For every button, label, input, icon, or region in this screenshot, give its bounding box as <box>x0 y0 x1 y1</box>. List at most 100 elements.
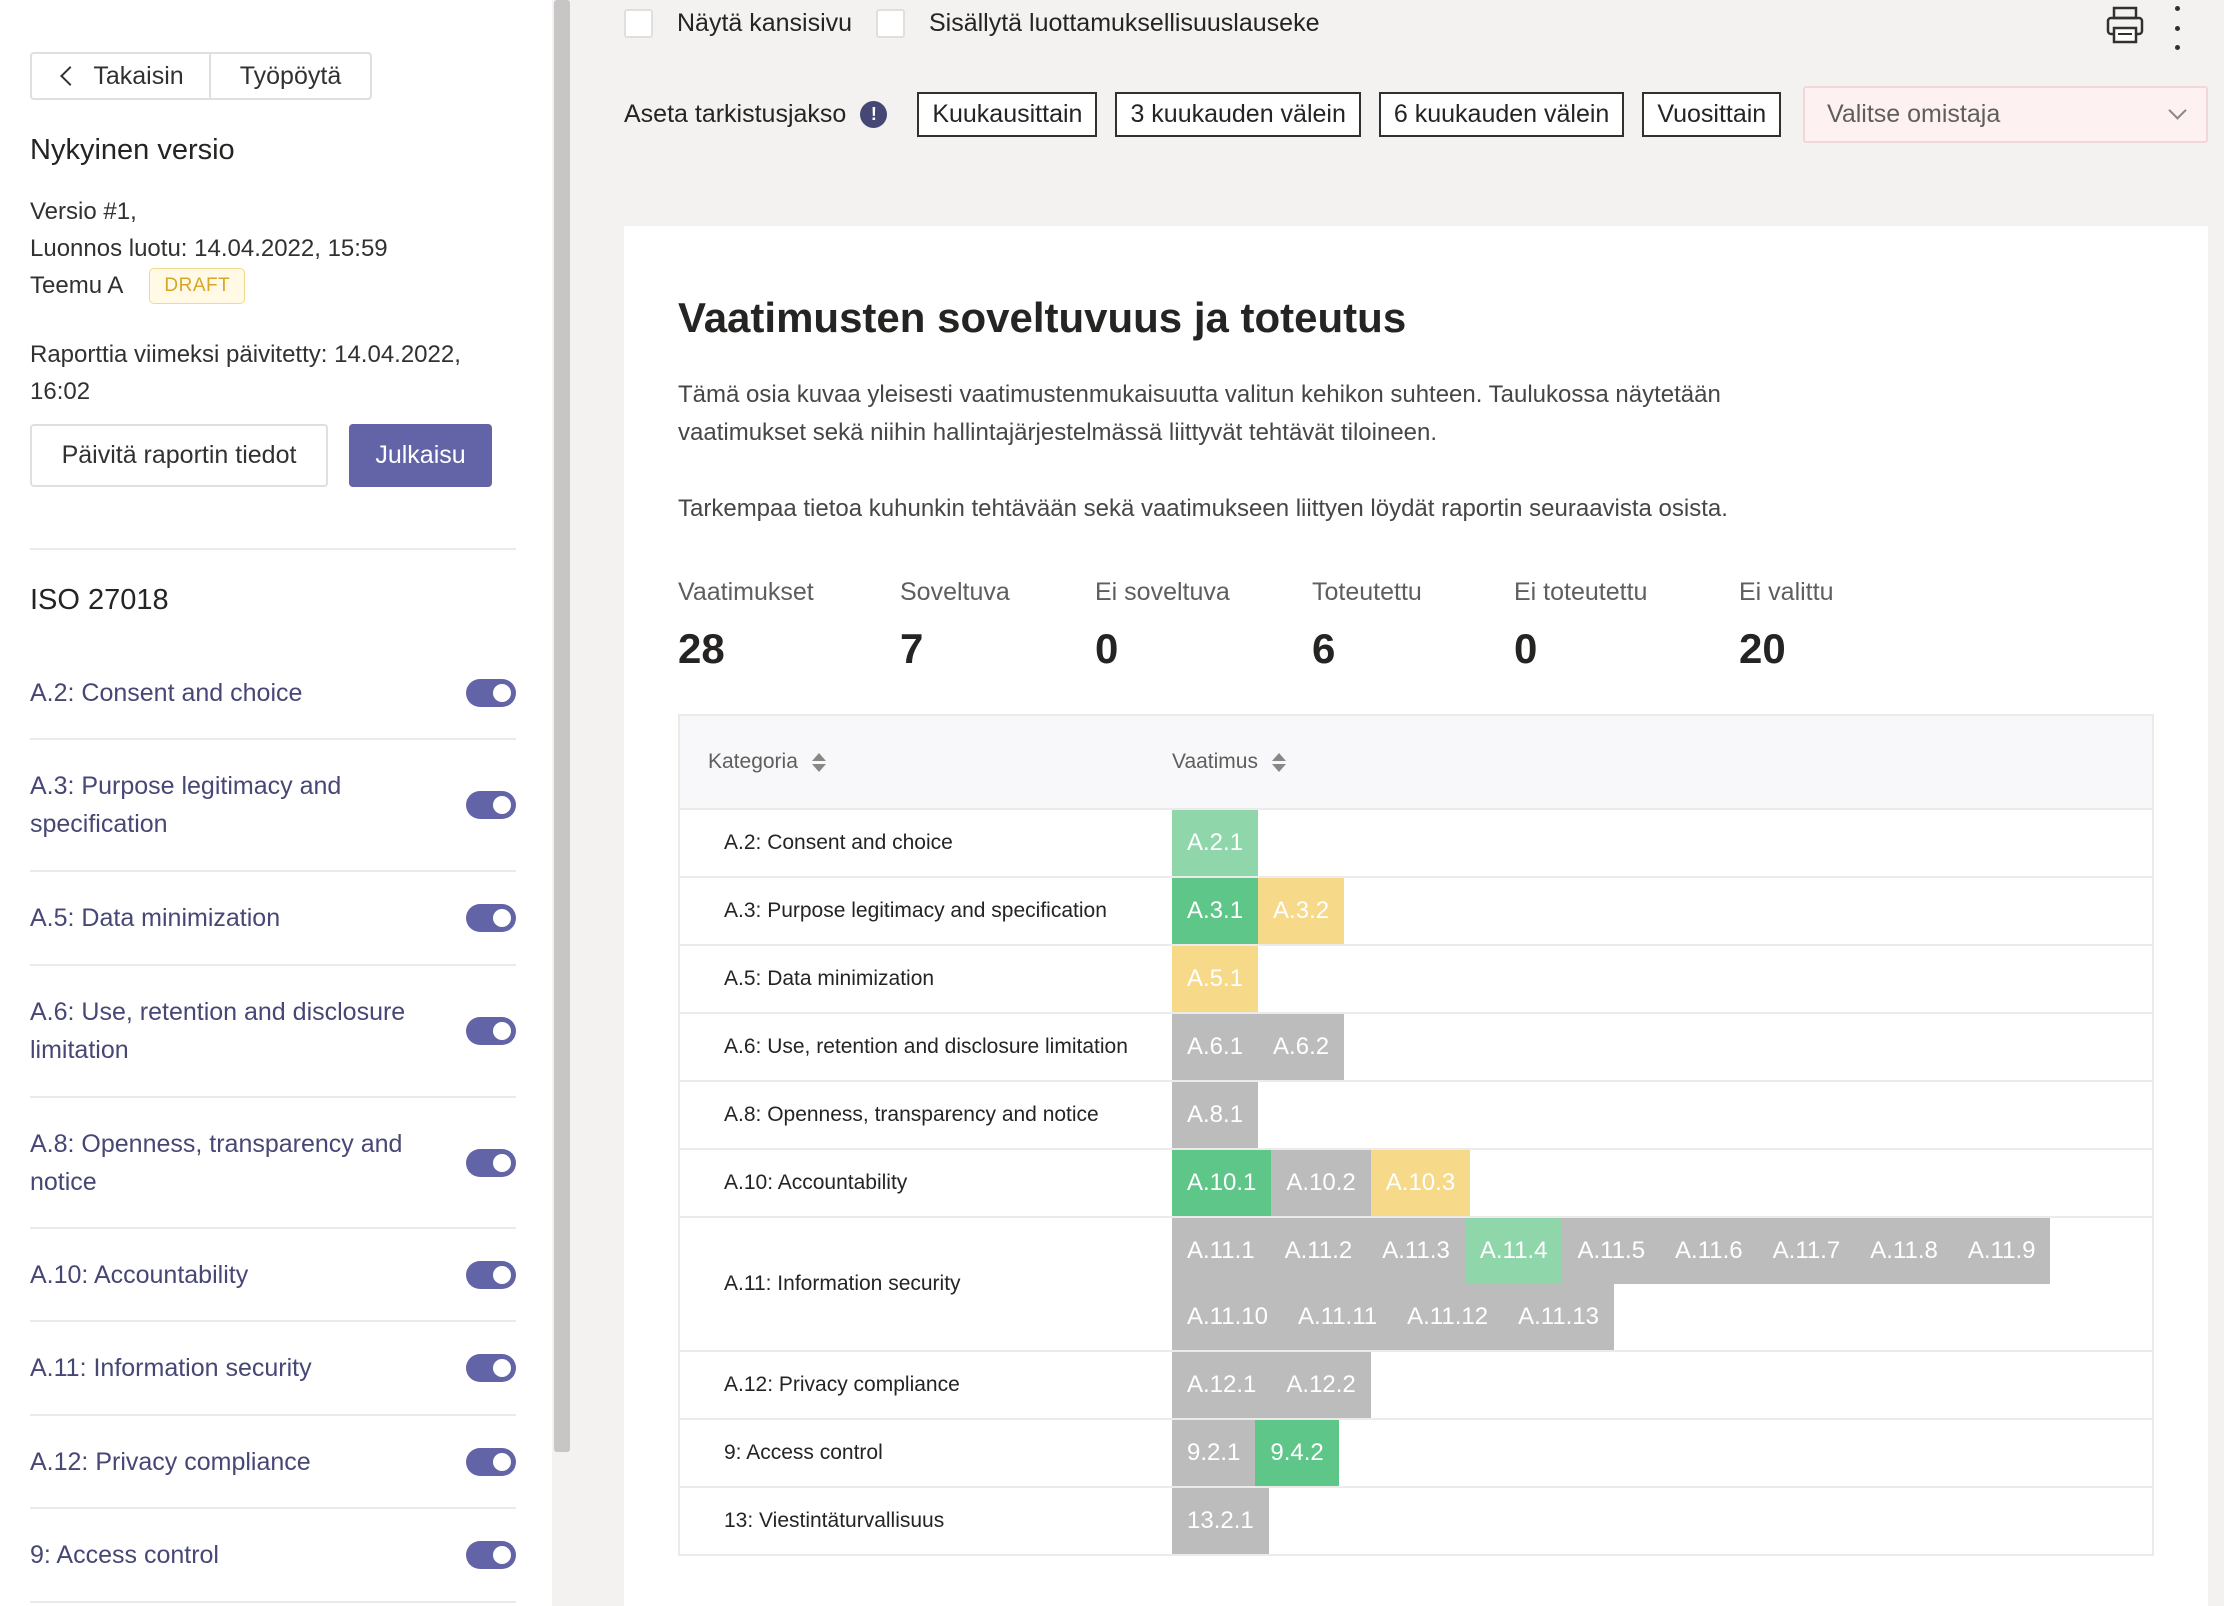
section-toggle-row: A.6: Use, retention and disclosure limit… <box>30 966 516 1098</box>
requirement-chip[interactable]: 9.2.1 <box>1172 1420 1256 1486</box>
draft-created: Luonnos luotu: 14.04.2022, 15:59 <box>30 235 388 262</box>
table-row: A.10: Accountability A.10.1 A.10.2 A.10.3 <box>680 1148 2152 1216</box>
confidentiality-option[interactable]: Sisällytä luottamuksellisuuslauseke <box>876 9 1319 38</box>
section-toggle[interactable] <box>466 1354 516 1382</box>
show-cover-label: Näytä kansisivu <box>677 9 853 37</box>
card-description: Tämä osia kuvaa yleisesti vaatimustenmuk… <box>678 376 1828 528</box>
stat-label: Ei toteutettu <box>1514 578 1648 606</box>
table-row: A.6: Use, retention and disclosure limit… <box>680 1012 2152 1080</box>
section-toggle[interactable] <box>466 1148 516 1177</box>
dashboard-button[interactable]: Työpöytä <box>211 54 370 98</box>
requirement-chip[interactable]: 9.4.2 <box>1255 1420 1339 1486</box>
table-row: A.8: Openness, transparency and notice A.… <box>680 1080 2152 1148</box>
chevron-down-icon <box>2168 101 2187 120</box>
requirement-chip[interactable]: A.11.2 <box>1269 1218 1368 1284</box>
stat-label: Soveltuva <box>900 578 1010 606</box>
requirement-chip[interactable]: A.11.13 <box>1503 1284 1615 1350</box>
period-yearly-button[interactable]: Vuosittain <box>1642 92 1782 137</box>
requirement-cell: A.11.1 A.11.2 A.11.3 A.11.4 A.11.5 A.11.6 A.11… <box>1172 1218 2072 1350</box>
requirement-chip[interactable]: A.11.8 <box>1855 1218 1953 1284</box>
requirement-chip[interactable]: A.11.9 <box>1952 1218 2051 1284</box>
requirement-chip[interactable]: A.12.2 <box>1271 1352 1371 1418</box>
owner-select-placeholder: Valitse omistaja <box>1827 100 2001 128</box>
info-icon[interactable]: ! <box>860 101 888 128</box>
requirement-chip[interactable]: A.8.1 <box>1172 1082 1259 1148</box>
period-6-months-button[interactable]: 6 kuukauden välein <box>1378 92 1625 137</box>
sort-icon[interactable] <box>1271 752 1286 772</box>
publish-button[interactable]: Julkaisu <box>349 424 492 487</box>
requirement-cell: 9.2.1 9.4.2 <box>1172 1420 2072 1486</box>
section-label: A.11: Information security <box>30 1354 312 1382</box>
requirement-chip[interactable]: A.11.5 <box>1562 1218 1661 1284</box>
sort-icon[interactable] <box>811 752 826 772</box>
scrollbar-thumb[interactable] <box>554 0 570 1452</box>
section-toggle[interactable] <box>466 1541 516 1569</box>
requirement-chip[interactable]: A.10.1 <box>1172 1150 1272 1216</box>
section-toggle[interactable] <box>466 1447 516 1476</box>
card-title: Vaatimusten soveltuvuus ja toteutus <box>678 294 1407 341</box>
show-cover-checkbox[interactable] <box>624 9 653 38</box>
description-paragraph: Tarkempaa tietoa kuhunkin tehtävään sekä… <box>678 495 1728 522</box>
stat-label: Ei soveltuva <box>1095 578 1230 606</box>
requirement-chip[interactable]: A.5.1 <box>1172 946 1259 1012</box>
requirement-chip[interactable]: A.6.2 <box>1258 1014 1345 1080</box>
requirement-cell: A.2.1 <box>1172 810 2072 876</box>
section-label: A.3: Purpose legitimacy and specificatio… <box>30 772 342 838</box>
section-toggle-row: A.11: Information security <box>30 1322 516 1416</box>
requirement-chip[interactable]: A.3.1 <box>1172 878 1259 944</box>
section-toggle[interactable] <box>466 1017 516 1045</box>
requirement-chip[interactable]: 13.2.1 <box>1172 1488 1269 1554</box>
period-monthly-button[interactable]: Kuukausittain <box>917 92 1098 137</box>
requirement-chip[interactable]: A.11.3 <box>1367 1218 1465 1284</box>
category-cell: A.2: Consent and choice <box>724 831 953 854</box>
stat-value: 20 <box>1739 625 1786 672</box>
section-label: A.10: Accountability <box>30 1260 249 1289</box>
requirement-chip[interactable]: A.3.2 <box>1258 878 1345 944</box>
section-toggle-row: A.8: Openness, transparency and notice <box>30 1098 516 1229</box>
column-header-category[interactable]: Kategoria <box>680 750 1172 774</box>
table-body: A.2: Consent and choice A.2.1 A.3: Purpose… <box>680 808 2152 1554</box>
stats-row: Vaatimukset 28 Soveltuva 7 Ei soveltuva … <box>678 578 1939 673</box>
requirement-chip[interactable]: A.11.10 <box>1172 1284 1283 1350</box>
nav-button-group: Takaisin Työpöytä <box>30 52 372 100</box>
section-toggle[interactable] <box>466 1260 516 1289</box>
sidebar-scrollbar[interactable] <box>552 0 570 1606</box>
section-toggle[interactable] <box>466 791 516 819</box>
confidentiality-checkbox[interactable] <box>876 9 905 38</box>
requirement-chip[interactable]: A.10.3 <box>1370 1150 1471 1216</box>
back-button[interactable]: Takaisin <box>32 54 211 98</box>
last-updated: Raporttia viimeksi päivitetty: 14.04.202… <box>30 341 461 405</box>
print-icon[interactable] <box>2104 4 2146 46</box>
review-period-label: Aseta tarkistusjakso <box>624 100 847 128</box>
requirement-chip[interactable]: A.2.1 <box>1172 810 1259 876</box>
show-cover-option[interactable]: Näytä kansisivu <box>624 9 852 38</box>
requirement-chip[interactable]: A.11.1 <box>1172 1218 1270 1284</box>
table-row: A.5: Data minimization A.5.1 <box>680 944 2152 1012</box>
stat-value: 28 <box>678 625 725 672</box>
requirement-chip[interactable]: A.11.6 <box>1660 1218 1758 1284</box>
category-cell: 9: Access control <box>724 1441 883 1464</box>
column-header-requirement[interactable]: Vaatimus <box>1172 750 1286 774</box>
version-info: Versio #1, Luonnos luotu: 14.04.2022, 15… <box>30 193 388 304</box>
owner-select[interactable]: Valitse omistaja <box>1803 86 2208 143</box>
requirement-chip[interactable]: A.10.2 <box>1271 1150 1371 1216</box>
description-paragraph: Tämä osia kuvaa yleisesti vaatimustenmuk… <box>678 381 1721 446</box>
requirement-chip[interactable]: A.11.4 <box>1464 1218 1563 1284</box>
section-toggle[interactable] <box>466 679 516 707</box>
update-report-button[interactable]: Päivitä raportin tiedot <box>30 424 328 487</box>
requirement-chip[interactable]: A.11.11 <box>1282 1284 1393 1350</box>
more-vertical-icon[interactable] <box>2172 4 2182 52</box>
confidentiality-label: Sisällytä luottamuksellisuuslauseke <box>929 9 1320 37</box>
requirement-chip[interactable]: A.6.1 <box>1172 1014 1259 1080</box>
requirement-chip[interactable]: A.11.12 <box>1392 1284 1504 1350</box>
requirement-cell: A.6.1 A.6.2 <box>1172 1014 2072 1080</box>
requirement-chip[interactable]: A.12.1 <box>1172 1352 1272 1418</box>
category-cell: A.11: Information security <box>724 1272 961 1295</box>
category-cell: 13: Viestintäturvallisuus <box>724 1509 945 1532</box>
requirement-chip[interactable]: A.11.7 <box>1757 1218 1856 1284</box>
section-toggle-row: A.3: Purpose legitimacy and specificatio… <box>30 740 516 872</box>
requirement-cell: A.5.1 <box>1172 946 2072 1012</box>
stat-requirements: Vaatimukset 28 <box>678 578 900 673</box>
section-toggle[interactable] <box>466 904 516 932</box>
period-3-months-button[interactable]: 3 kuukauden välein <box>1115 92 1361 137</box>
